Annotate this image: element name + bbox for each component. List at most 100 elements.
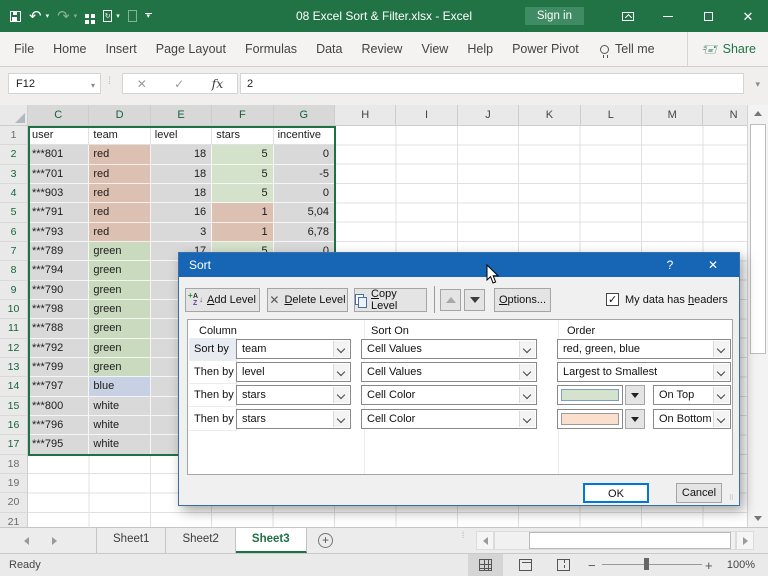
row-header-2[interactable]: 2 bbox=[0, 145, 28, 165]
order-select-2[interactable]: Largest to Smallest bbox=[557, 362, 731, 382]
scroll-up-icon[interactable] bbox=[748, 105, 768, 122]
grid-cell[interactable]: ***798 bbox=[28, 299, 90, 320]
sort-on-select-4[interactable]: Cell Color bbox=[361, 409, 537, 429]
grid-cell[interactable]: 5 bbox=[212, 145, 274, 165]
prev-sheet-icon[interactable] bbox=[24, 537, 29, 545]
sort-on-select-2[interactable]: Cell Values bbox=[361, 362, 537, 382]
cancel-button[interactable]: Cancel bbox=[676, 483, 722, 503]
add-level-button[interactable]: + A Z ↓ Add Level bbox=[185, 288, 260, 312]
grid-cell[interactable]: red bbox=[89, 183, 151, 204]
position-select-1[interactable]: On Top bbox=[653, 385, 731, 405]
tab-data[interactable]: Data bbox=[316, 42, 342, 56]
chevron-down-icon[interactable] bbox=[333, 341, 349, 357]
tab-insert[interactable]: Insert bbox=[106, 42, 137, 56]
refresh-dropdown-icon[interactable]: ▾ bbox=[116, 13, 120, 20]
column-header-F[interactable]: F bbox=[212, 105, 274, 126]
row-header-7[interactable]: 7 bbox=[0, 241, 28, 262]
grid-cell[interactable]: ***789 bbox=[28, 241, 90, 262]
then-by-column-select-1[interactable]: level bbox=[236, 362, 351, 382]
grid-cell[interactable]: red bbox=[89, 222, 151, 242]
ok-button[interactable]: OK bbox=[583, 483, 649, 503]
enter-entry-icon[interactable]: ✓ bbox=[174, 77, 184, 91]
redo-icon[interactable]: ↷ bbox=[57, 9, 70, 24]
color-swatch-dropdown-icon[interactable] bbox=[625, 409, 645, 429]
tab-file[interactable]: File bbox=[14, 42, 34, 56]
grid-cell[interactable]: 0 bbox=[273, 183, 335, 204]
row-header-17[interactable]: 17 bbox=[0, 435, 28, 455]
undo-icon[interactable]: ↶ bbox=[29, 9, 42, 24]
resize-grip[interactable]: ⠿ bbox=[729, 494, 735, 502]
cancel-entry-icon[interactable]: ✕ bbox=[137, 77, 147, 91]
tab-home[interactable]: Home bbox=[53, 42, 86, 56]
grid-cell[interactable]: user bbox=[28, 126, 90, 146]
grid-cell[interactable]: red bbox=[89, 203, 151, 223]
row-header-3[interactable]: 3 bbox=[0, 164, 28, 184]
sort-by-column-select[interactable]: team bbox=[236, 339, 351, 359]
grid-cell[interactable]: ***796 bbox=[28, 415, 90, 436]
chevron-down-icon[interactable] bbox=[713, 387, 729, 403]
sheet-tab-sheet1[interactable]: Sheet1 bbox=[96, 528, 167, 553]
column-header-H[interactable]: H bbox=[335, 105, 397, 126]
tell-me-box[interactable]: Tell me bbox=[600, 32, 655, 66]
row-header-13[interactable]: 13 bbox=[0, 357, 28, 378]
grid-cell[interactable]: incentive bbox=[273, 126, 335, 146]
row-header-21[interactable]: 21 bbox=[0, 512, 28, 527]
grid-cell[interactable]: ***903 bbox=[28, 183, 90, 204]
tab-review[interactable]: Review bbox=[361, 42, 402, 56]
sheet-tab-sheet2[interactable]: Sheet2 bbox=[166, 528, 236, 553]
row-header-6[interactable]: 6 bbox=[0, 222, 28, 242]
new-sheet-icon[interactable]: + bbox=[318, 533, 333, 548]
customize-qat-icon[interactable]: ▾ bbox=[144, 13, 152, 20]
color-swatch-dropdown-icon[interactable] bbox=[625, 385, 645, 405]
next-sheet-icon[interactable] bbox=[52, 537, 57, 545]
row-header-14[interactable]: 14 bbox=[0, 377, 28, 397]
grid-cell[interactable]: stars bbox=[212, 126, 274, 146]
share-button[interactable]: 🖅 Share bbox=[687, 32, 756, 66]
zoom-in-icon[interactable]: + bbox=[705, 558, 713, 573]
grid-cell[interactable]: green bbox=[89, 357, 151, 378]
horizontal-scroll-thumb[interactable] bbox=[529, 532, 731, 549]
row-header-9[interactable]: 9 bbox=[0, 280, 28, 300]
undo-dropdown-icon[interactable]: ▾ bbox=[46, 13, 50, 20]
grid-cell[interactable]: 18 bbox=[150, 183, 213, 204]
position-select-2[interactable]: On Bottom bbox=[653, 409, 731, 429]
grid-cell[interactable]: green bbox=[89, 338, 151, 358]
column-header-G[interactable]: G bbox=[273, 105, 335, 126]
grid-cell[interactable]: ***799 bbox=[28, 357, 90, 378]
grid-cell[interactable]: green bbox=[89, 261, 151, 281]
tab-help[interactable]: Help bbox=[467, 42, 493, 56]
page-layout-view-button[interactable] bbox=[508, 554, 543, 576]
row-header-15[interactable]: 15 bbox=[0, 396, 28, 416]
column-header-D[interactable]: D bbox=[89, 105, 151, 126]
grid-cell[interactable]: ***792 bbox=[28, 338, 90, 358]
dialog-close-icon[interactable]: ✕ bbox=[697, 253, 729, 277]
column-header-L[interactable]: L bbox=[580, 105, 642, 126]
column-header-N[interactable]: N bbox=[703, 105, 747, 126]
column-header-K[interactable]: K bbox=[519, 105, 581, 126]
column-header-I[interactable]: I bbox=[396, 105, 458, 126]
row-header-20[interactable]: 20 bbox=[0, 493, 28, 513]
view-side-by-side-icon[interactable] bbox=[85, 14, 90, 18]
save-icon[interactable] bbox=[10, 10, 21, 22]
grid-cell[interactable]: 5 bbox=[212, 164, 274, 184]
page-break-view-button[interactable] bbox=[546, 554, 581, 576]
grid-cell[interactable]: ***797 bbox=[28, 377, 90, 397]
options-button[interactable]: Options... bbox=[494, 288, 551, 312]
grid-cell[interactable]: ***801 bbox=[28, 145, 90, 165]
grid-cell[interactable]: ***794 bbox=[28, 261, 90, 281]
chevron-down-icon[interactable] bbox=[333, 411, 349, 427]
grid-cell[interactable]: 18 bbox=[150, 164, 213, 184]
delete-level-button[interactable]: ✕ Delete Level bbox=[267, 288, 348, 312]
scroll-left-icon[interactable] bbox=[476, 531, 494, 550]
order-select-1[interactable]: red, green, blue bbox=[557, 339, 731, 359]
grid-cell[interactable]: team bbox=[89, 126, 151, 146]
sign-in-button[interactable]: Sign in bbox=[524, 7, 584, 25]
normal-view-button[interactable] bbox=[468, 554, 503, 576]
chevron-down-icon[interactable] bbox=[713, 364, 729, 380]
color-swatch-orange[interactable] bbox=[557, 409, 623, 429]
close-button[interactable]: ✕ bbox=[728, 0, 768, 32]
chevron-down-icon[interactable] bbox=[519, 364, 535, 380]
zoom-slider-thumb[interactable] bbox=[644, 558, 649, 570]
chevron-down-icon[interactable] bbox=[333, 387, 349, 403]
copy-level-button[interactable]: Copy Level bbox=[354, 288, 427, 312]
